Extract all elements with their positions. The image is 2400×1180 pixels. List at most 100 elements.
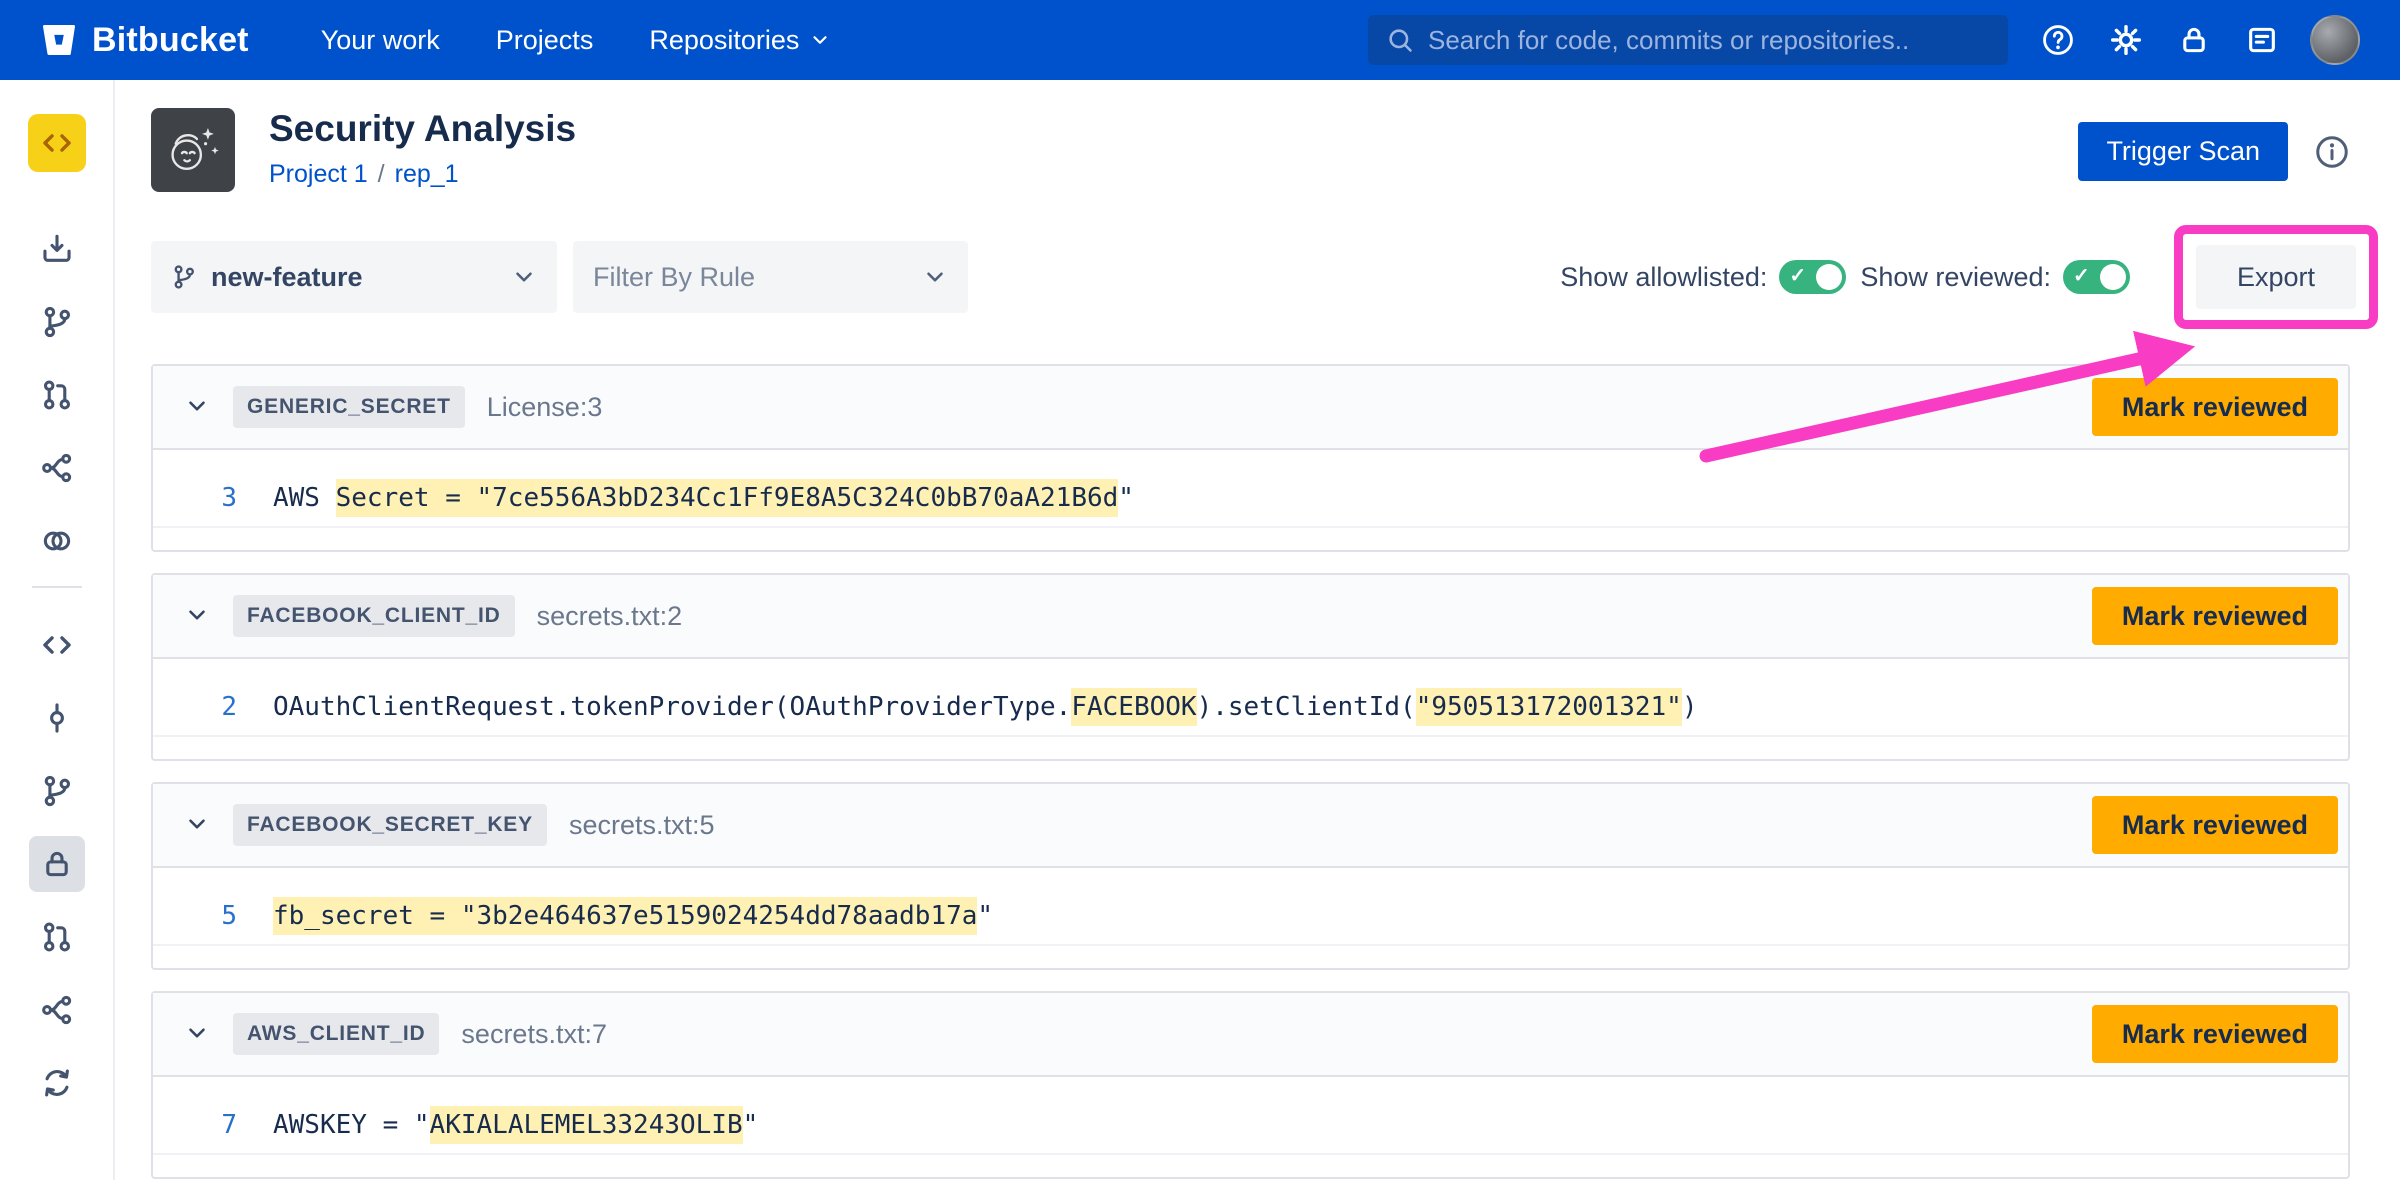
sidebar-item-deployments[interactable] bbox=[29, 513, 85, 569]
sidebar-item-pull-requests-2[interactable] bbox=[29, 909, 85, 965]
secret-highlight: "950513172001321" bbox=[1416, 688, 1682, 726]
lock-icon bbox=[40, 847, 74, 881]
nav-your-work[interactable]: Your work bbox=[321, 25, 440, 56]
search-icon bbox=[1386, 26, 1414, 54]
mark-reviewed-button[interactable]: Mark reviewed bbox=[2092, 587, 2338, 645]
breadcrumb-project-link[interactable]: Project 1 bbox=[269, 160, 368, 188]
toggle-knob bbox=[2100, 264, 2126, 290]
allowlisted-toggle[interactable]: ✓ bbox=[1779, 260, 1846, 294]
check-icon: ✓ bbox=[1789, 263, 1806, 288]
show-allowlisted-label: Show allowlisted: bbox=[1560, 262, 1767, 293]
collapse-chevron-icon[interactable] bbox=[175, 1012, 219, 1056]
header-actions: Trigger Scan bbox=[2078, 108, 2350, 181]
main-content: Security Analysis Project 1/rep_1 Trigge… bbox=[115, 80, 2400, 1180]
check-icon: ✓ bbox=[2073, 263, 2090, 288]
code-row: 3 AWS Secret = "7ce556A3bD234Cc1Ff9E8A5C… bbox=[153, 470, 2348, 528]
secret-highlight: Secret = "7ce556A3bD234Cc1Ff9E8A5C324C0b… bbox=[336, 479, 1119, 517]
repo-sidebar bbox=[0, 80, 115, 1180]
chevron-down-icon bbox=[922, 264, 948, 290]
mark-reviewed-button[interactable]: Mark reviewed bbox=[2092, 796, 2338, 854]
finding-body: 2 OAuthClientRequest.tokenProvider(OAuth… bbox=[153, 659, 2348, 759]
nav-icon-cluster bbox=[2038, 15, 2360, 65]
sidebar-divider bbox=[32, 586, 82, 588]
brand-name: Bitbucket bbox=[92, 21, 249, 60]
collapse-chevron-icon[interactable] bbox=[175, 594, 219, 638]
admin-lock-icon[interactable] bbox=[2174, 20, 2214, 60]
sidebar-item-pull-requests[interactable] bbox=[29, 367, 85, 423]
search-input[interactable] bbox=[1428, 25, 1990, 56]
code-row: 5 fb_secret = "3b2e464637e5159024254dd78… bbox=[153, 888, 2348, 946]
toggle-knob bbox=[1816, 264, 1842, 290]
mark-reviewed-button[interactable]: Mark reviewed bbox=[2092, 1005, 2338, 1063]
branch-icon bbox=[40, 305, 74, 339]
secret-highlight: fb_secret = "3b2e464637e5159024254dd78aa… bbox=[273, 897, 977, 935]
user-avatar[interactable] bbox=[2310, 15, 2360, 65]
chevron-down-icon bbox=[809, 29, 831, 51]
line-number: 3 bbox=[153, 483, 237, 513]
breadcrumb: Project 1/rep_1 bbox=[269, 160, 576, 189]
collapse-chevron-icon[interactable] bbox=[175, 803, 219, 847]
page-header: Security Analysis Project 1/rep_1 Trigge… bbox=[151, 108, 2350, 192]
rule-filter-dropdown[interactable]: Filter By Rule bbox=[573, 241, 968, 313]
finding-body: 7 AWSKEY = "AKIALALEMEL33243OLIB" bbox=[153, 1077, 2348, 1177]
finding-card-aws-client-id: AWS_CLIENT_ID secrets.txt:7 Mark reviewe… bbox=[151, 991, 2350, 1179]
code-line: AWSKEY = "AKIALALEMEL33243OLIB" bbox=[273, 1110, 758, 1140]
trigger-scan-button[interactable]: Trigger Scan bbox=[2078, 122, 2288, 181]
sidebar-item-commits[interactable] bbox=[29, 690, 85, 746]
commit-icon bbox=[40, 701, 74, 735]
doodle-face-icon bbox=[160, 117, 226, 183]
fork-icon bbox=[40, 451, 74, 485]
rule-badge: AWS_CLIENT_ID bbox=[233, 1013, 439, 1055]
feedback-icon[interactable] bbox=[2242, 20, 2282, 60]
breadcrumb-repo-link[interactable]: rep_1 bbox=[395, 160, 459, 188]
fork-icon bbox=[40, 993, 74, 1027]
pull-request-icon bbox=[40, 920, 74, 954]
rule-badge: GENERIC_SECRET bbox=[233, 386, 465, 428]
info-icon[interactable] bbox=[2314, 134, 2350, 173]
bitbucket-logo[interactable]: Bitbucket bbox=[40, 21, 249, 60]
finding-location: secrets.txt:7 bbox=[461, 1019, 607, 1050]
nav-repositories-label: Repositories bbox=[649, 25, 799, 56]
sidebar-item-branches-2[interactable] bbox=[29, 763, 85, 819]
sidebar-item-source[interactable] bbox=[29, 617, 85, 673]
finding-card-generic-secret: GENERIC_SECRET License:3 Mark reviewed 3… bbox=[151, 364, 2350, 552]
reviewed-toggle[interactable]: ✓ bbox=[2063, 260, 2130, 294]
branch-selector-value: new-feature bbox=[211, 262, 497, 293]
finding-header: FACEBOOK_CLIENT_ID secrets.txt:2 Mark re… bbox=[153, 575, 2348, 659]
sidebar-item-pipelines[interactable] bbox=[29, 440, 85, 496]
code-line: AWS Secret = "7ce556A3bD234Cc1Ff9E8A5C32… bbox=[273, 483, 1134, 513]
page-title: Security Analysis bbox=[269, 108, 576, 150]
nav-projects[interactable]: Projects bbox=[496, 25, 594, 56]
sidebar-item-sync[interactable] bbox=[29, 1055, 85, 1111]
repo-avatar-tile[interactable] bbox=[28, 114, 86, 172]
sync-icon bbox=[40, 1066, 74, 1100]
code-row: 2 OAuthClientRequest.tokenProvider(OAuth… bbox=[153, 679, 2348, 737]
finding-card-facebook-secret-key: FACEBOOK_SECRET_KEY secrets.txt:5 Mark r… bbox=[151, 782, 2350, 970]
show-reviewed-label: Show reviewed: bbox=[1860, 262, 2051, 293]
sidebar-item-security[interactable] bbox=[29, 836, 85, 892]
collapse-chevron-icon[interactable] bbox=[175, 385, 219, 429]
secret-highlight: AKIALALEMEL33243OLIB bbox=[430, 1106, 743, 1144]
title-block: Security Analysis Project 1/rep_1 bbox=[269, 108, 576, 189]
export-button[interactable]: Export bbox=[2196, 245, 2356, 309]
help-icon[interactable] bbox=[2038, 20, 2078, 60]
finding-body: 5 fb_secret = "3b2e464637e5159024254dd78… bbox=[153, 868, 2348, 968]
nav-repositories[interactable]: Repositories bbox=[649, 25, 831, 56]
global-search[interactable] bbox=[1368, 15, 2008, 65]
finding-header: FACEBOOK_SECRET_KEY secrets.txt:5 Mark r… bbox=[153, 784, 2348, 868]
sidebar-item-pipelines-2[interactable] bbox=[29, 982, 85, 1038]
line-number: 7 bbox=[153, 1110, 237, 1140]
findings-list: GENERIC_SECRET License:3 Mark reviewed 3… bbox=[151, 364, 2350, 1179]
line-number: 2 bbox=[153, 692, 237, 722]
code-row: 7 AWSKEY = "AKIALALEMEL33243OLIB" bbox=[153, 1097, 2348, 1155]
finding-location: secrets.txt:2 bbox=[537, 601, 683, 632]
settings-gear-icon[interactable] bbox=[2106, 20, 2146, 60]
download-tray-icon bbox=[40, 232, 74, 266]
primary-nav: Your work Projects Repositories bbox=[321, 25, 832, 56]
repo-avatar-image bbox=[151, 108, 235, 192]
sidebar-item-clone[interactable] bbox=[29, 221, 85, 277]
filter-toolbar: new-feature Filter By Rule Show allowlis… bbox=[151, 225, 2350, 329]
branch-selector-dropdown[interactable]: new-feature bbox=[151, 241, 557, 313]
mark-reviewed-button[interactable]: Mark reviewed bbox=[2092, 378, 2338, 436]
sidebar-item-branches[interactable] bbox=[29, 294, 85, 350]
